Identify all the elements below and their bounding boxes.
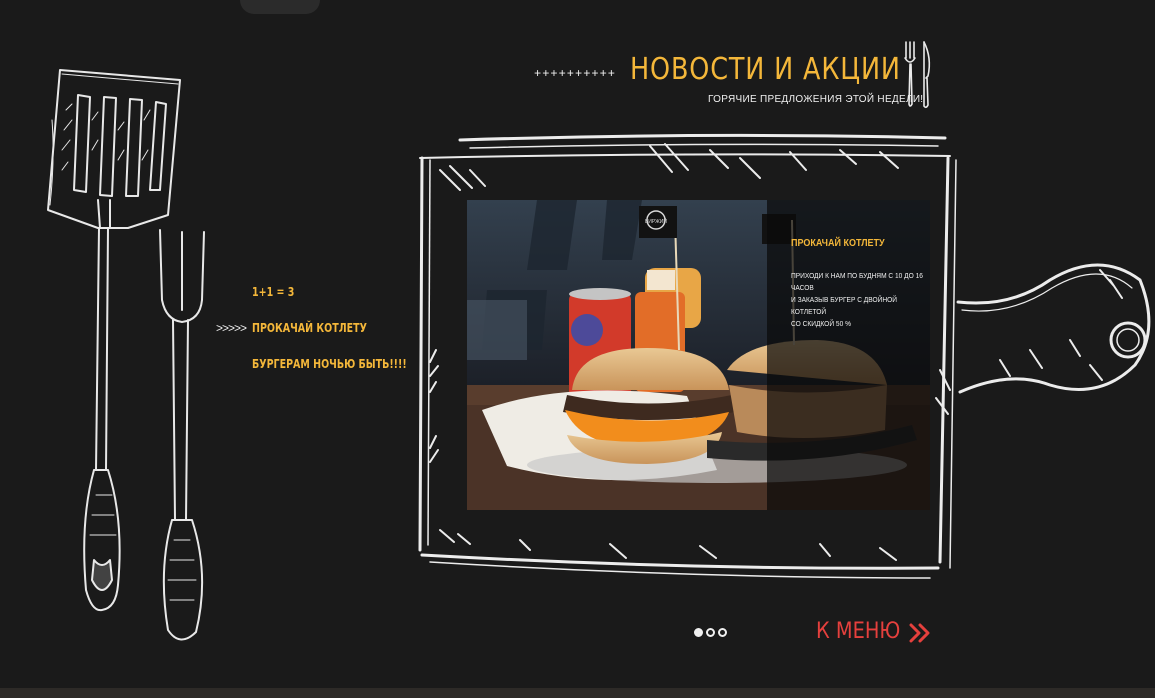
slide-text-line: И ЗАКАЗЫВ БУРГЕР С ДВОЙНОЙ КОТЛЕТОЙ — [791, 295, 897, 316]
slide-title: ПРОКАЧАЙ КОТЛЕТУ — [791, 238, 885, 249]
fork-knife-icon — [904, 41, 931, 109]
svg-text:БИРЖИЙ: БИРЖИЙ — [645, 217, 667, 225]
dish-edge-decoration — [240, 0, 320, 14]
decorative-plus-line: ++++++++++ — [534, 67, 617, 81]
page-subtitle: ГОРЯЧИЕ ПРЕДЛОЖЕНИЯ ЭТОЙ НЕДЕЛИ! — [708, 94, 924, 105]
slide-text-line: СО СКИДКОЙ 50 % — [791, 319, 851, 328]
news-item-pump-patty[interactable]: ПРОКАЧАЙ КОТЛЕТУ — [252, 321, 367, 335]
bottom-edge-strip — [0, 688, 1155, 698]
pager-dot-2[interactable] — [706, 628, 715, 637]
page: ++++++++++ НОВОСТИ И АКЦИИ ГОРЯЧИЕ ПРЕДЛ… — [0, 0, 1155, 698]
to-menu-link[interactable]: К МЕНЮ — [816, 619, 900, 644]
promo-slide[interactable]: БИРЖИЙ ПРОКАЧАЙ КОТЛЕТУ ПРИХОДИ К НАМ ПО… — [467, 200, 930, 510]
double-chevron-right-icon[interactable] — [908, 622, 932, 644]
bbq-utensils-illustration — [47, 69, 205, 641]
pager-dot-1[interactable] — [694, 628, 703, 637]
pager-dot-3[interactable] — [718, 628, 727, 637]
active-item-indicator: >>>>> — [216, 321, 247, 335]
page-title: НОВОСТИ И АКЦИИ — [630, 52, 901, 87]
news-item-1-plus-1[interactable]: 1+1 = 3 — [252, 285, 294, 299]
slide-description: ПРИХОДИ К НАМ ПО БУДНЯМ С 10 ДО 16 ЧАСОВ… — [791, 270, 923, 330]
news-item-burgers-at-night[interactable]: БУРГЕРАМ НОЧЬЮ БЫТЬ!!!! — [252, 357, 407, 371]
slide-text-line: ПРИХОДИ К НАМ ПО БУДНЯМ С 10 ДО 16 ЧАСОВ — [791, 271, 923, 292]
slide-pager — [694, 628, 727, 637]
